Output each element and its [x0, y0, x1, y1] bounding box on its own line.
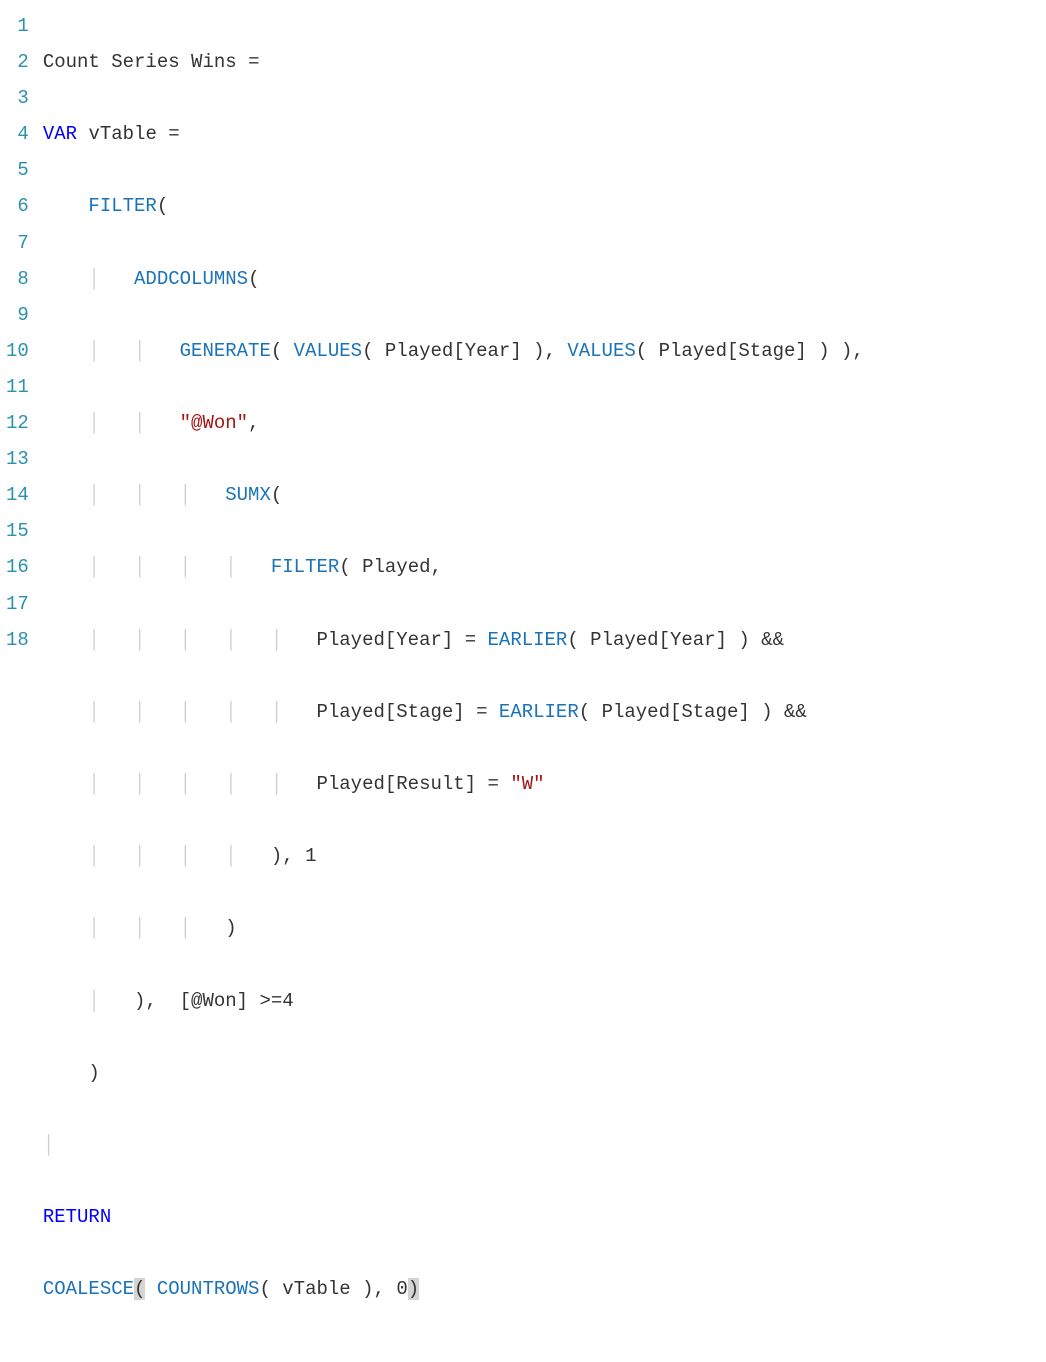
line-number: 10 — [6, 333, 29, 369]
col-year: Played[Year] — [316, 629, 453, 651]
lit-one: 1 — [305, 845, 316, 867]
col-won-ref: [@Won] — [180, 990, 248, 1012]
line-number: 17 — [6, 586, 29, 622]
line-number: 14 — [6, 477, 29, 513]
line-number: 6 — [6, 188, 29, 224]
var-keyword: VAR — [43, 123, 77, 145]
col-stage: Played[Stage] — [602, 701, 750, 723]
line-number: 16 — [6, 549, 29, 585]
line-number: 8 — [6, 261, 29, 297]
col-year: Played[Year] — [385, 340, 522, 362]
code-line[interactable]: │ ), [@Won] >=4 — [43, 983, 1046, 1019]
var-name: vTable — [88, 123, 156, 145]
line-number: 9 — [6, 297, 29, 333]
line-number: 5 — [6, 152, 29, 188]
code-line[interactable]: │ │ "@Won", — [43, 405, 1046, 441]
code-line[interactable]: │ │ │ │ │ Played[Result] = "W" — [43, 766, 1046, 802]
code-editor[interactable]: 1 2 3 4 5 6 7 8 9 10 11 12 13 14 15 16 1… — [0, 8, 1046, 1362]
fn-filter: FILTER — [271, 556, 339, 578]
line-number: 18 — [6, 622, 29, 658]
fn-earlier: EARLIER — [499, 701, 579, 723]
fn-sumx: SUMX — [225, 484, 271, 506]
str-w: "W" — [510, 773, 544, 795]
code-line[interactable]: │ │ │ SUMX( — [43, 477, 1046, 513]
code-line[interactable]: │ │ │ │ │ Played[Year] = EARLIER( Played… — [43, 622, 1046, 658]
line-number: 3 — [6, 80, 29, 116]
fn-coalesce: COALESCE — [43, 1278, 134, 1300]
fn-values: VALUES — [294, 340, 362, 362]
code-line[interactable]: │ │ GENERATE( VALUES( Played[Year] ), VA… — [43, 333, 1046, 369]
code-line[interactable]: │ │ │ │ ), 1 — [43, 838, 1046, 874]
code-line[interactable]: COALESCE( COUNTROWS( vTable ), 0) — [43, 1271, 1046, 1307]
line-number: 7 — [6, 225, 29, 261]
code-area[interactable]: Count Series Wins = VAR vTable = FILTER(… — [43, 8, 1046, 1362]
code-line[interactable]: RETURN — [43, 1199, 1046, 1235]
cmp-ge4: >=4 — [259, 990, 293, 1012]
fn-filter: FILTER — [88, 195, 156, 217]
code-line[interactable]: FILTER( — [43, 188, 1046, 224]
code-line[interactable]: VAR vTable = — [43, 116, 1046, 152]
col-result: Played[Result] — [316, 773, 476, 795]
code-line[interactable]: │ — [43, 1127, 1046, 1163]
line-number: 13 — [6, 441, 29, 477]
equals: = — [168, 123, 179, 145]
fn-earlier: EARLIER — [488, 629, 568, 651]
col-year: Played[Year] — [590, 629, 727, 651]
return-keyword: RETURN — [43, 1206, 111, 1228]
lit-zero: 0 — [396, 1278, 407, 1300]
line-number: 1 — [6, 8, 29, 44]
line-number: 4 — [6, 116, 29, 152]
fn-values: VALUES — [567, 340, 635, 362]
line-number: 11 — [6, 369, 29, 405]
matched-paren-open: ( — [134, 1278, 145, 1300]
and-op: && — [761, 629, 784, 651]
code-line[interactable]: │ ADDCOLUMNS( — [43, 261, 1046, 297]
col-stage: Played[Stage] — [316, 701, 464, 723]
line-number-gutter: 1 2 3 4 5 6 7 8 9 10 11 12 13 14 15 16 1… — [0, 8, 43, 1362]
line-number: 15 — [6, 513, 29, 549]
line-number: 2 — [6, 44, 29, 80]
table: Played — [362, 556, 430, 578]
matched-paren-close: ) — [408, 1278, 419, 1300]
col-stage: Played[Stage] — [659, 340, 807, 362]
code-line[interactable]: │ │ │ │ │ Played[Stage] = EARLIER( Playe… — [43, 694, 1046, 730]
fn-generate: GENERATE — [180, 340, 271, 362]
line-number: 12 — [6, 405, 29, 441]
str-won: "@Won" — [180, 412, 248, 434]
fn-addcolumns: ADDCOLUMNS — [134, 268, 248, 290]
code-line[interactable]: │ │ │ ) — [43, 910, 1046, 946]
fn-countrows: COUNTROWS — [157, 1278, 260, 1300]
var-name: vTable — [282, 1278, 350, 1300]
and-op: && — [784, 701, 807, 723]
code-line[interactable]: ) — [43, 1055, 1046, 1091]
code-line[interactable]: Count Series Wins = — [43, 44, 1046, 80]
equals: = — [248, 51, 259, 73]
measure-name: Count Series Wins — [43, 51, 237, 73]
code-line[interactable]: │ │ │ │ FILTER( Played, — [43, 549, 1046, 585]
